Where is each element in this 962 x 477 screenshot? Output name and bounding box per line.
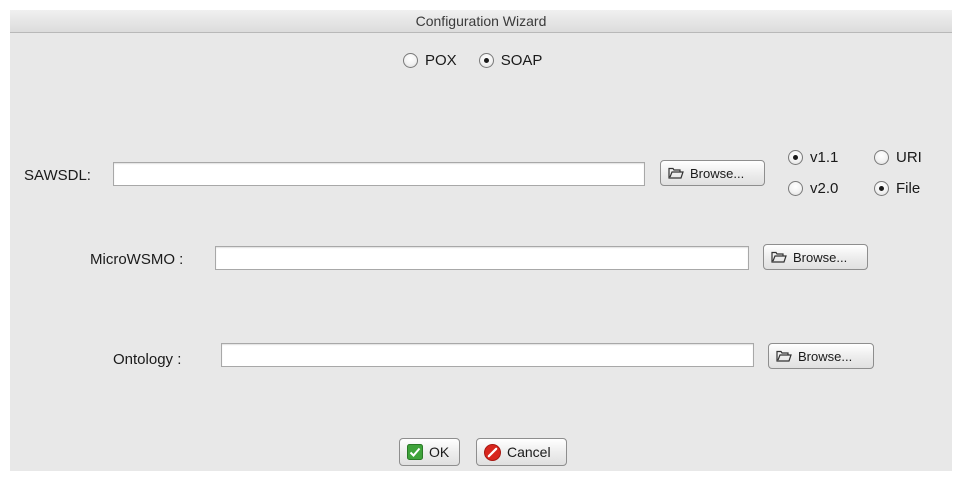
- microwsmo-label: MicroWSMO :: [90, 251, 184, 268]
- radio-unchecked-icon: [403, 53, 418, 68]
- sawsdl-v11-label: v1.1: [810, 149, 839, 166]
- sawsdl-file-label: File: [896, 180, 921, 197]
- ok-button[interactable]: OK: [399, 438, 460, 466]
- sawsdl-browse-button[interactable]: Browse...: [660, 160, 765, 186]
- pox-radio[interactable]: POX: [403, 52, 457, 69]
- sawsdl-uri-label: URI: [896, 149, 922, 166]
- sawsdl-path-input[interactable]: [113, 162, 645, 186]
- ontology-browse-label: Browse...: [798, 348, 853, 364]
- folder-icon: [776, 350, 792, 362]
- sawsdl-file-radio[interactable]: File: [874, 180, 920, 197]
- pox-radio-label: POX: [425, 52, 457, 69]
- microwsmo-path-input[interactable]: [215, 246, 749, 270]
- cancel-button-label: Cancel: [507, 444, 551, 460]
- microwsmo-browse-button[interactable]: Browse...: [763, 244, 868, 270]
- radio-checked-icon: [788, 150, 803, 165]
- sawsdl-browse-label: Browse...: [690, 165, 745, 181]
- sawsdl-v11-radio[interactable]: v1.1: [788, 149, 838, 166]
- sawsdl-v20-radio[interactable]: v2.0: [788, 180, 838, 197]
- radio-unchecked-icon: [788, 181, 803, 196]
- cancel-button[interactable]: Cancel: [476, 438, 567, 466]
- protocol-radio-group: POX SOAP: [403, 52, 542, 69]
- ontology-path-input[interactable]: [221, 343, 754, 367]
- radio-checked-icon: [874, 181, 889, 196]
- cancel-icon: [484, 443, 501, 461]
- soap-radio-label: SOAP: [500, 52, 543, 69]
- sawsdl-label: SAWSDL:: [24, 167, 91, 184]
- ontology-label: Ontology :: [113, 351, 182, 368]
- sawsdl-uri-radio[interactable]: URI: [874, 149, 922, 166]
- ok-button-label: OK: [429, 444, 450, 460]
- folder-icon: [771, 251, 787, 263]
- radio-unchecked-icon: [874, 150, 889, 165]
- radio-checked-icon: [478, 53, 494, 68]
- sawsdl-v20-label: v2.0: [810, 180, 839, 197]
- microwsmo-browse-label: Browse...: [793, 249, 848, 265]
- folder-icon: [668, 167, 684, 179]
- configuration-wizard-window: Configuration Wizard POX SOAP SAWSDL: Br…: [10, 10, 952, 471]
- ontology-browse-button[interactable]: Browse...: [768, 343, 874, 369]
- checkmark-icon: [407, 444, 423, 460]
- window-title: Configuration Wizard: [10, 10, 952, 33]
- soap-radio[interactable]: SOAP: [478, 52, 543, 69]
